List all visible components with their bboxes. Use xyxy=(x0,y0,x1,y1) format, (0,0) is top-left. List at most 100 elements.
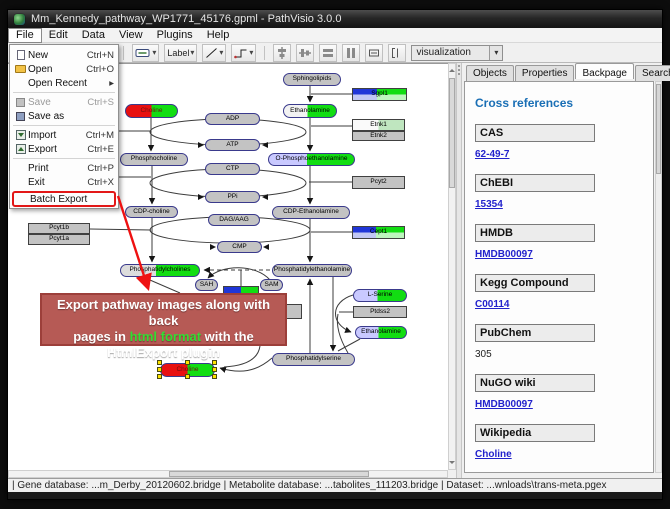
export-icon xyxy=(13,144,28,154)
selection-handle[interactable] xyxy=(212,367,217,372)
export-icon xyxy=(16,144,26,154)
menu-item-new[interactable]: NewCtrl+N xyxy=(10,48,118,62)
menu-help[interactable]: Help xyxy=(200,28,237,43)
menu-bar: FileEditDataViewPluginsHelp xyxy=(8,28,662,43)
pathway-node-phosphocholine[interactable]: Phosphocholine xyxy=(120,153,188,166)
scale-to-fit-button[interactable] xyxy=(388,44,406,62)
cross-reference-link[interactable]: 62-49-7 xyxy=(475,149,509,160)
open-folder-icon xyxy=(15,65,26,73)
pathway-edge xyxy=(198,194,204,200)
menu-item-save[interactable]: SaveCtrl+S xyxy=(10,95,118,109)
selection-handle[interactable] xyxy=(185,374,190,379)
menu-item-exit[interactable]: ExitCtrl+X xyxy=(10,175,118,189)
panel-scrollbar[interactable] xyxy=(655,81,662,473)
pathway-node-cdp-ethanolamine[interactable]: CDP-Ethanolamine xyxy=(272,206,350,219)
chevron-down-icon[interactable]: ▾ xyxy=(249,48,253,57)
pathway-node-ethanolamine[interactable]: Ethanolamine xyxy=(355,326,407,339)
section-value: C00114 xyxy=(475,299,653,310)
cross-reference-link[interactable]: HMDB00097 xyxy=(475,249,533,260)
stack-vertical-button[interactable] xyxy=(319,44,337,62)
section-value: 15354 xyxy=(475,199,653,210)
line-tool-button[interactable]: ▾ xyxy=(202,44,226,62)
tab-objects[interactable]: Objects xyxy=(466,65,514,81)
pathway-node-choline[interactable]: Choline xyxy=(125,104,178,118)
selection-handle[interactable] xyxy=(157,367,162,372)
pathway-node-cept1[interactable]: Cept1 xyxy=(352,226,405,239)
menu-plugins[interactable]: Plugins xyxy=(150,28,200,43)
menu-shortcut: Ctrl+P xyxy=(83,163,114,174)
cross-reference-link[interactable]: Choline xyxy=(475,449,512,460)
backpage-section-nugo-wiki: NuGO wiki HMDB00097 xyxy=(475,374,653,410)
cross-reference-link[interactable]: 15354 xyxy=(475,199,503,210)
pathway-node-ethanolamine[interactable]: Ethanolamine xyxy=(283,104,337,118)
pathway-node-ppi[interactable]: PPi xyxy=(205,191,260,203)
menu-item-batch-export[interactable]: Batch Export xyxy=(12,191,116,207)
pathway-node-sam[interactable]: SAM xyxy=(260,279,283,291)
menu-edit[interactable]: Edit xyxy=(42,28,75,43)
chevron-down-icon[interactable]: ▾ xyxy=(489,46,502,60)
menu-item-print[interactable]: PrintCtrl+P xyxy=(10,161,118,175)
menu-item-save-as[interactable]: Save as xyxy=(10,109,118,123)
menu-item-export[interactable]: ExportCtrl+E xyxy=(10,142,118,156)
chevron-down-icon[interactable]: ▾ xyxy=(190,48,194,57)
pathway-node-pcyt2[interactable]: Pcyt2 xyxy=(352,176,405,189)
pathway-node-cmp[interactable]: CMP xyxy=(217,241,262,253)
pathway-node-o-phosphoethanolamine[interactable]: O-Phosphoethanolamine xyxy=(268,153,355,166)
cross-reference-link[interactable]: C00114 xyxy=(475,299,509,310)
canvas-vertical-scrollbar[interactable] xyxy=(448,63,456,470)
pathway-node-phosphatidylcholines[interactable]: Phosphatidylcholines xyxy=(120,264,200,277)
stack-horizontal-button[interactable] xyxy=(342,44,360,62)
pathway-node-pcyt1a[interactable]: Pcyt1a xyxy=(28,234,90,245)
pathway-node-etnk2[interactable]: Etnk2 xyxy=(352,131,405,141)
menu-shortcut: Ctrl+N xyxy=(83,50,114,61)
pathway-node-ctp[interactable]: CTP xyxy=(205,163,260,175)
pathway-node-dag-aag[interactable]: DAG/AAG xyxy=(208,214,260,226)
canvas-horizontal-scrollbar[interactable] xyxy=(8,470,448,478)
pathway-node-adp[interactable]: ADP xyxy=(205,113,260,125)
pathway-node-sgpl1[interactable]: Sgpl1 xyxy=(352,88,407,101)
menu-item-open[interactable]: OpenCtrl+O xyxy=(10,62,118,76)
scrollbar-thumb[interactable] xyxy=(169,471,369,477)
align-vertical-center-button[interactable] xyxy=(296,44,314,62)
connector-tool-button[interactable]: ▾ xyxy=(231,44,256,62)
pathway-node-atp[interactable]: ATP xyxy=(205,139,260,151)
import-icon xyxy=(16,130,26,140)
chevron-down-icon[interactable]: ▾ xyxy=(219,48,223,57)
scrollbar-thumb[interactable] xyxy=(449,78,455,188)
pathway-node-ptdss2[interactable]: Ptdss2 xyxy=(353,306,407,318)
menu-item-import[interactable]: ImportCtrl+M xyxy=(10,128,118,142)
pathway-node-etnk1[interactable]: Etnk1 xyxy=(352,119,405,131)
title-bar[interactable]: Mm_Kennedy_pathway_WP1771_45176.gpml - P… xyxy=(8,10,662,28)
pathway-node-phosphatidylethanolamine[interactable]: Phosphatidylethanolamine xyxy=(272,264,352,277)
selection-handle[interactable] xyxy=(212,374,217,379)
menu-file[interactable]: File xyxy=(8,28,42,43)
gene-datanode-icon xyxy=(135,47,151,59)
pathway-node-pcyt1b[interactable]: Pcyt1b xyxy=(28,223,90,234)
tab-search[interactable]: Search xyxy=(635,65,670,81)
status-bar: | Gene database: ...m_Derby_20120602.bri… xyxy=(8,478,662,492)
visualization-value: visualization xyxy=(412,47,489,58)
section-header: NuGO wiki xyxy=(475,374,595,392)
tab-backpage[interactable]: Backpage xyxy=(575,63,633,79)
pathway-node-cdp-choline[interactable]: CDP-choline xyxy=(125,206,178,218)
common-size-button[interactable] xyxy=(365,44,383,62)
backpage-section-cas: CAS62-49-7 xyxy=(475,124,653,160)
pathvisio-app-icon xyxy=(14,14,25,25)
gene-datanode-button[interactable]: ▾ xyxy=(132,44,159,62)
pathway-edge xyxy=(210,244,216,250)
scrollbar-thumb[interactable] xyxy=(656,84,661,174)
menu-view[interactable]: View xyxy=(112,28,150,43)
pathway-node-l-serine[interactable]: L-Serine xyxy=(353,289,407,302)
selection-handle[interactable] xyxy=(157,374,162,379)
pathway-node-sphingolipids[interactable]: Sphingolipids xyxy=(283,73,341,86)
cross-reference-link[interactable]: HMDB00097 xyxy=(475,399,533,410)
pathway-node-sah[interactable]: SAH xyxy=(195,279,218,291)
chevron-down-icon[interactable]: ▾ xyxy=(152,48,156,57)
align-horizontal-center-button[interactable] xyxy=(273,44,291,62)
visualization-combobox[interactable]: visualization ▾ xyxy=(411,45,503,61)
tab-properties[interactable]: Properties xyxy=(515,65,575,81)
menu-shortcut: Ctrl+X xyxy=(83,177,114,188)
menu-data[interactable]: Data xyxy=(75,28,112,43)
menu-item-open-recent[interactable]: Open Recent▸ xyxy=(10,76,118,90)
label-tool-button[interactable]: Label ▾ xyxy=(164,44,197,62)
